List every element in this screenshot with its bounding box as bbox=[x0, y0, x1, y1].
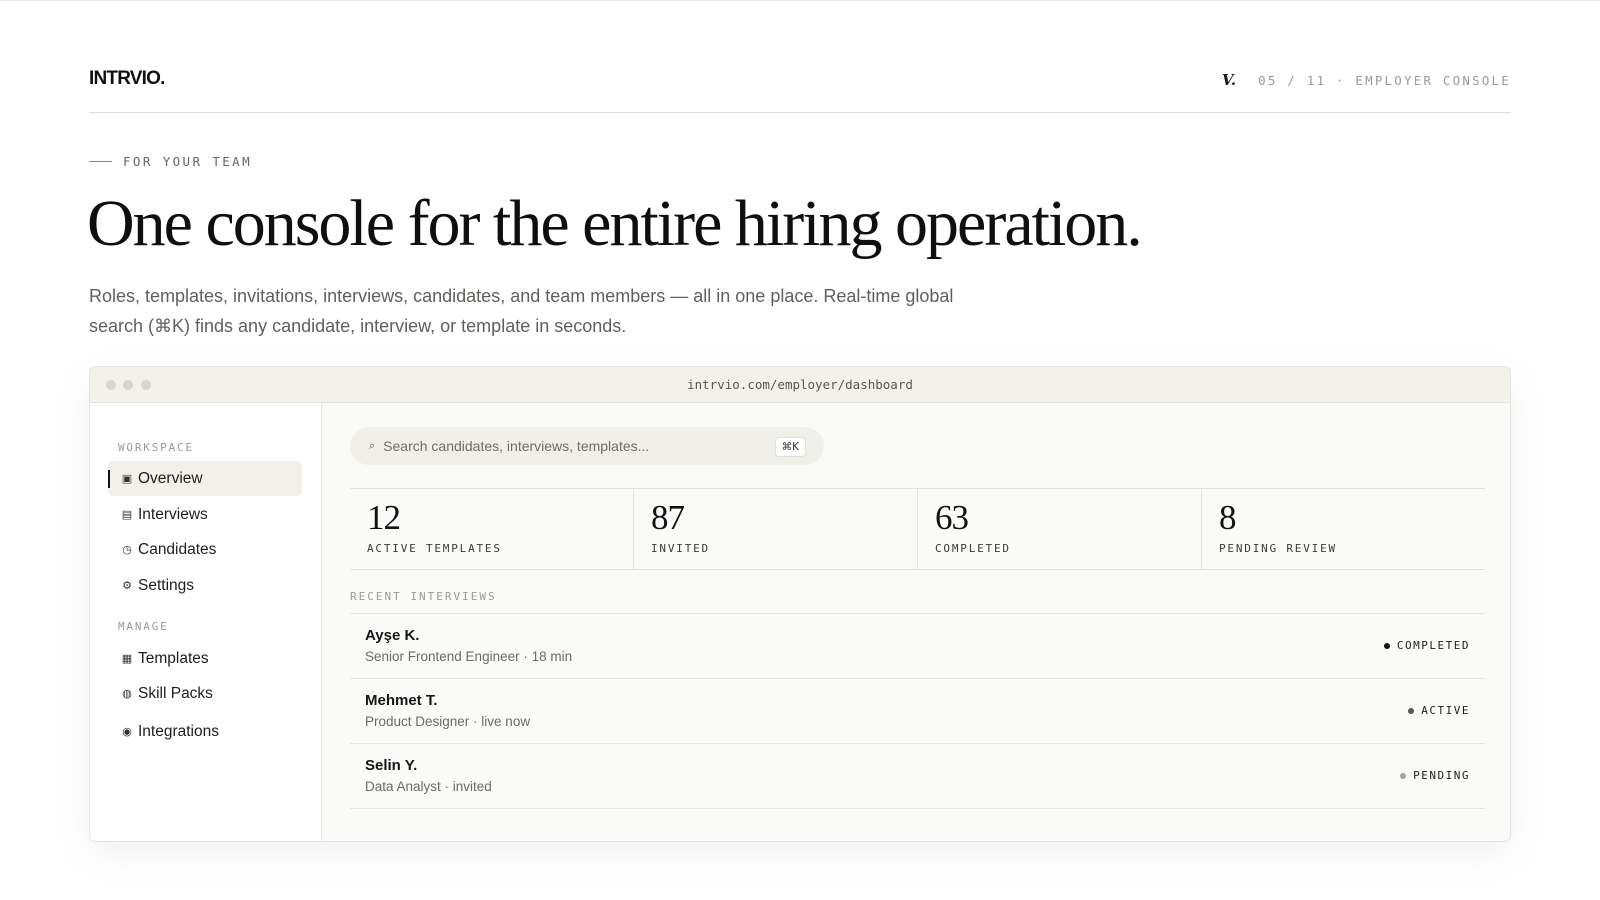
interview-row[interactable]: Mehmet T. Product Designer · live now AC… bbox=[350, 679, 1485, 744]
stats-row: 12 ACTIVE TEMPLATES 87 INVITED 63 COMPLE… bbox=[350, 488, 1485, 570]
recent-interviews-list: Ayşe K. Senior Frontend Engineer · 18 mi… bbox=[350, 613, 1485, 809]
status-badge: COMPLETED bbox=[1383, 639, 1470, 652]
sidebar-item-candidates[interactable]: ◷ Candidates bbox=[108, 532, 302, 567]
stat-value: 12 bbox=[367, 498, 401, 537]
status-dot bbox=[1400, 772, 1407, 779]
sidebar-section-manage: MANAGE bbox=[118, 620, 169, 633]
sidebar-item-label: Candidates bbox=[138, 540, 217, 558]
status-badge: PENDING bbox=[1400, 769, 1470, 782]
skill-packs-icon: ◍ bbox=[122, 687, 132, 700]
sidebar-item-templates[interactable]: ▦ Templates bbox=[108, 641, 302, 676]
stat-label: PENDING REVIEW bbox=[1219, 542, 1337, 555]
search-input[interactable]: ⌕ Search candidates, interviews, templat… bbox=[350, 427, 824, 465]
top-rule bbox=[0, 0, 1600, 1]
brand-mark: V. bbox=[1221, 71, 1237, 89]
eyebrow: FOR YOUR TEAM bbox=[89, 154, 252, 169]
interview-row[interactable]: Selin Y. Data Analyst · invited PENDING bbox=[350, 744, 1485, 809]
stat-label: INVITED bbox=[651, 542, 710, 555]
slide-counter: 05 / 11 · EMPLOYER CONSOLE bbox=[1258, 72, 1511, 88]
sidebar-item-label: Settings bbox=[138, 576, 195, 594]
page-subtitle: Roles, templates, invitations, interview… bbox=[89, 286, 954, 336]
stat-label: ACTIVE TEMPLATES bbox=[367, 542, 502, 555]
browser-chrome: intrvio.com/employer/dashboard bbox=[90, 367, 1510, 403]
status-dot bbox=[1408, 707, 1415, 714]
stat-value: 63 bbox=[935, 498, 969, 537]
header-meta: V. 05 / 11 · EMPLOYER CONSOLE bbox=[1222, 71, 1511, 89]
interview-detail: Data Analyst · invited bbox=[365, 779, 492, 794]
recent-interviews-heading: RECENT INTERVIEWS bbox=[350, 590, 497, 603]
interview-row[interactable]: Ayşe K. Senior Frontend Engineer · 18 mi… bbox=[350, 614, 1485, 679]
candidate-name: Ayşe K. bbox=[365, 627, 420, 644]
stat-value: 87 bbox=[651, 498, 685, 537]
header: INTRVIO. V. 05 / 11 · EMPLOYER CONSOLE bbox=[89, 66, 1511, 113]
stat-card[interactable]: 12 ACTIVE TEMPLATES bbox=[350, 489, 633, 569]
status-badge: ACTIVE bbox=[1408, 704, 1470, 717]
eyebrow-text: FOR YOUR TEAM bbox=[123, 154, 253, 169]
sidebar-item-label: Templates bbox=[138, 649, 209, 667]
search-shortcut-badge: ⌘K bbox=[774, 437, 806, 457]
sidebar-item-label: Interviews bbox=[138, 505, 208, 523]
candidate-name: Selin Y. bbox=[365, 757, 418, 774]
status-text: COMPLETED bbox=[1396, 639, 1470, 652]
interview-detail: Product Designer · live now bbox=[365, 714, 531, 729]
sidebar-item-integrations[interactable]: ◉ Integrations bbox=[108, 714, 302, 749]
search-placeholder: Search candidates, interviews, templates… bbox=[383, 438, 650, 454]
eyebrow-rule bbox=[89, 161, 112, 162]
status-dot bbox=[1383, 642, 1390, 649]
candidate-name: Mehmet T. bbox=[365, 692, 438, 709]
search-icon: ⌕ bbox=[369, 439, 376, 452]
sidebar-item-label: Overview bbox=[138, 469, 203, 487]
sidebar-item-skill-packs[interactable]: ◍ Skill Packs bbox=[108, 676, 302, 711]
address-bar[interactable]: intrvio.com/employer/dashboard bbox=[90, 377, 1510, 392]
sidebar: WORKSPACE ▣ Overview ▤ Interviews ◷ Cand… bbox=[90, 403, 322, 841]
settings-icon: ⚙ bbox=[122, 579, 132, 592]
integrations-icon: ◉ bbox=[122, 725, 132, 738]
logo[interactable]: INTRVIO. bbox=[89, 68, 165, 90]
status-text: PENDING bbox=[1413, 769, 1470, 782]
stat-card[interactable]: 87 INVITED bbox=[633, 489, 917, 569]
sidebar-section-workspace: WORKSPACE bbox=[118, 441, 194, 454]
status-text: ACTIVE bbox=[1421, 704, 1470, 717]
sidebar-item-overview[interactable]: ▣ Overview bbox=[108, 461, 302, 496]
interviews-icon: ▤ bbox=[121, 508, 133, 521]
stat-card[interactable]: 8 PENDING REVIEW bbox=[1201, 489, 1485, 569]
sidebar-item-label: Integrations bbox=[138, 722, 219, 740]
stat-label: COMPLETED bbox=[935, 542, 1011, 555]
overview-icon: ▣ bbox=[121, 472, 133, 485]
templates-icon: ▦ bbox=[121, 652, 133, 665]
sidebar-item-interviews[interactable]: ▤ Interviews bbox=[108, 497, 302, 532]
browser-window: intrvio.com/employer/dashboard WORKSPACE… bbox=[89, 366, 1511, 842]
sidebar-item-label: Skill Packs bbox=[138, 684, 213, 702]
sidebar-item-settings[interactable]: ⚙ Settings bbox=[108, 568, 302, 603]
candidates-icon: ◷ bbox=[122, 543, 132, 556]
main-content: ⌕ Search candidates, interviews, templat… bbox=[321, 403, 1510, 841]
stat-value: 8 bbox=[1219, 498, 1236, 537]
stat-card[interactable]: 63 COMPLETED bbox=[917, 489, 1201, 569]
page-title: One console for the entire hiring operat… bbox=[87, 187, 1143, 260]
interview-detail: Senior Frontend Engineer · 18 min bbox=[365, 649, 573, 664]
